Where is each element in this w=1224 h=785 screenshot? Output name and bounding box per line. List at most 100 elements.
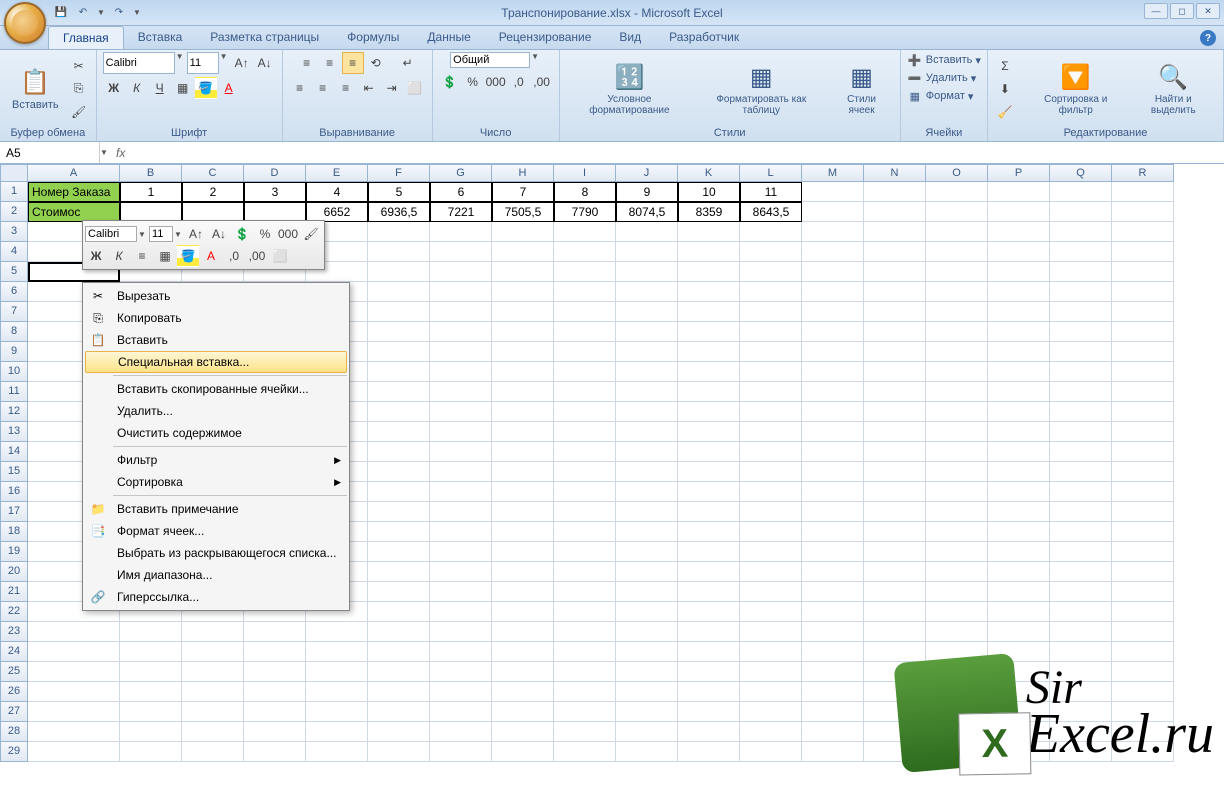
cell-I18[interactable] [554,522,616,542]
cell-K19[interactable] [678,542,740,562]
cell-C27[interactable] [182,702,244,722]
cell-K20[interactable] [678,562,740,582]
row-header-20[interactable]: 20 [0,562,28,582]
cell-J19[interactable] [616,542,678,562]
cell-Q1[interactable] [1050,182,1112,202]
tab-data[interactable]: Данные [413,26,484,49]
formula-input[interactable] [131,146,1224,160]
cell-J10[interactable] [616,362,678,382]
mini-bold[interactable]: Ж [85,245,107,267]
cell-Q9[interactable] [1050,342,1112,362]
cell-L4[interactable] [740,242,802,262]
cell-E27[interactable] [306,702,368,722]
cell-P6[interactable] [988,282,1050,302]
cell-J14[interactable] [616,442,678,462]
align-left-icon[interactable]: ≡ [289,77,311,99]
cell-G25[interactable] [430,662,492,682]
context-item[interactable]: Вставить скопированные ячейки... [85,378,347,400]
cell-P14[interactable] [988,442,1050,462]
format-painter-icon[interactable]: 🖌 [68,101,90,123]
cell-E24[interactable] [306,642,368,662]
cell-Q19[interactable] [1050,542,1112,562]
cell-K4[interactable] [678,242,740,262]
cell-Q16[interactable] [1050,482,1112,502]
cell-J20[interactable] [616,562,678,582]
cell-O27[interactable] [926,702,988,722]
cell-P25[interactable] [988,662,1050,682]
row-header-4[interactable]: 4 [0,242,28,262]
mini-italic[interactable]: К [108,245,130,267]
cell-H3[interactable] [492,222,554,242]
cell-H15[interactable] [492,462,554,482]
column-header-A[interactable]: A [28,164,120,182]
cell-J9[interactable] [616,342,678,362]
cell-F13[interactable] [368,422,430,442]
cell-R16[interactable] [1112,482,1174,502]
font-size-input[interactable] [187,52,219,74]
underline-button[interactable]: Ч [149,77,171,99]
cell-R15[interactable] [1112,462,1174,482]
cell-P27[interactable] [988,702,1050,722]
cell-O7[interactable] [926,302,988,322]
cell-L1[interactable]: 11 [740,182,802,202]
cell-N27[interactable] [864,702,926,722]
cell-I3[interactable] [554,222,616,242]
cell-H13[interactable] [492,422,554,442]
cell-K16[interactable] [678,482,740,502]
cell-J22[interactable] [616,602,678,622]
cell-N13[interactable] [864,422,926,442]
cell-H4[interactable] [492,242,554,262]
cell-I7[interactable] [554,302,616,322]
help-icon[interactable]: ? [1200,30,1216,46]
cell-B28[interactable] [120,722,182,742]
cell-B1[interactable]: 1 [120,182,182,202]
context-item[interactable]: Специальная вставка... [85,351,347,373]
cell-M6[interactable] [802,282,864,302]
cell-N3[interactable] [864,222,926,242]
cell-I1[interactable]: 8 [554,182,616,202]
cell-K10[interactable] [678,362,740,382]
column-header-H[interactable]: H [492,164,554,182]
cell-H7[interactable] [492,302,554,322]
cell-C25[interactable] [182,662,244,682]
cell-M10[interactable] [802,362,864,382]
cell-N5[interactable] [864,262,926,282]
cell-J11[interactable] [616,382,678,402]
cell-M9[interactable] [802,342,864,362]
cell-A29[interactable] [28,742,120,762]
cell-N19[interactable] [864,542,926,562]
paste-button[interactable]: 📋 Вставить [6,65,65,113]
cell-I9[interactable] [554,342,616,362]
context-item[interactable]: Очистить содержимое [85,422,347,444]
cell-G3[interactable] [430,222,492,242]
cell-F2[interactable]: 6936,5 [368,202,430,222]
cell-K9[interactable] [678,342,740,362]
cell-H1[interactable]: 7 [492,182,554,202]
cell-L9[interactable] [740,342,802,362]
cell-H21[interactable] [492,582,554,602]
number-format-dropdown[interactable]: ▼ [531,52,541,68]
cell-I5[interactable] [554,262,616,282]
cell-L5[interactable] [740,262,802,282]
shrink-font-icon[interactable]: A↓ [254,52,276,74]
cell-H10[interactable] [492,362,554,382]
cell-N28[interactable] [864,722,926,742]
cell-I19[interactable] [554,542,616,562]
cell-R20[interactable] [1112,562,1174,582]
align-bottom-icon[interactable]: ≡ [342,52,364,74]
cell-K12[interactable] [678,402,740,422]
cell-D28[interactable] [244,722,306,742]
qat-customize[interactable]: ▼ [132,4,142,22]
cell-I2[interactable]: 7790 [554,202,616,222]
cell-I29[interactable] [554,742,616,762]
cell-G8[interactable] [430,322,492,342]
cell-F16[interactable] [368,482,430,502]
cell-G22[interactable] [430,602,492,622]
cell-N10[interactable] [864,362,926,382]
cell-P23[interactable] [988,622,1050,642]
cell-P11[interactable] [988,382,1050,402]
cell-J28[interactable] [616,722,678,742]
cell-B2[interactable] [120,202,182,222]
font-size-dropdown[interactable]: ▼ [220,52,230,74]
cell-M4[interactable] [802,242,864,262]
